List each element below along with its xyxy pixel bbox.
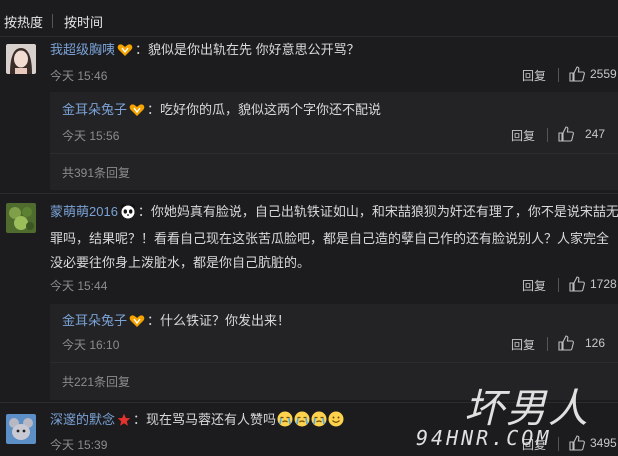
comment-time: 今天 15:39 <box>50 438 108 452</box>
action-divider <box>547 337 548 351</box>
avatar-image <box>6 44 36 74</box>
like-count: 126 <box>585 336 606 350</box>
reply-button[interactable]: 回复 <box>522 277 546 294</box>
reply-body: 金耳朵兔子 ：吃好你的瓜，貌似这两个字你还不配说 <box>62 98 381 125</box>
vip-badge-icon <box>129 101 145 125</box>
reply-body: 金耳朵兔子 ：什么铁证？你发出来！ <box>62 309 290 336</box>
reply-username[interactable]: 金耳朵兔子 <box>62 313 127 328</box>
panda-icon <box>120 203 136 227</box>
crying-emoji-icon <box>277 411 293 427</box>
thumbs-up-icon[interactable] <box>558 126 574 142</box>
reply-username[interactable]: 金耳朵兔子 <box>62 102 127 117</box>
divider <box>0 36 618 37</box>
comment-time: 今天 15:46 <box>50 69 108 83</box>
avatar[interactable] <box>6 414 36 444</box>
avatar[interactable] <box>6 44 36 74</box>
comment-text: ：貌似是你出轨在先 你好意思公开骂？ <box>135 42 360 57</box>
reply-text: ：吃好你的瓜，貌似这两个字你还不配说 <box>147 102 382 117</box>
action-divider <box>558 278 559 292</box>
view-more-replies-link[interactable]: 共221条回复 <box>62 373 130 390</box>
like-count: 247 <box>585 127 606 141</box>
sort-by-hot-tab[interactable]: 按热度 <box>4 12 43 31</box>
star-icon <box>117 411 131 435</box>
watermark: 坏男人 94HNR.COM <box>416 376 618 456</box>
crying-emoji-icon <box>294 411 310 427</box>
reply-button[interactable]: 回复 <box>511 336 535 353</box>
comment-time: 今天 15:44 <box>50 279 108 293</box>
thumbs-up-icon[interactable] <box>558 335 574 351</box>
avatar-image <box>6 414 36 444</box>
avatar[interactable] <box>6 203 36 233</box>
vip-badge-icon <box>117 41 133 65</box>
crying-emoji-icon <box>311 411 327 427</box>
reply-button[interactable]: 回复 <box>522 67 546 84</box>
comment-body: 蒙萌萌2016 ：你她妈真有脸说，自己出轨铁证如山，和宋喆狼狈为奸还有理了，你不是… <box>50 200 618 275</box>
reply-button[interactable]: 回复 <box>511 127 535 144</box>
comment-username[interactable]: 深邃的默念 <box>50 412 115 427</box>
sort-by-time-tab[interactable]: 按时间 <box>64 12 103 31</box>
like-count: 1728 <box>590 277 617 291</box>
divider <box>0 193 618 194</box>
reply-time: 今天 15:56 <box>62 129 120 143</box>
comment-body: 我超级胸咦 ：貌似是你出轨在先 你好意思公开骂？ <box>50 38 360 65</box>
thumbs-up-icon[interactable] <box>569 66 585 82</box>
action-divider <box>547 128 548 142</box>
like-count: 2559 <box>590 67 617 81</box>
divider <box>50 362 618 363</box>
smile-emoji-icon <box>328 411 344 427</box>
comment-username[interactable]: 蒙萌萌2016 <box>50 204 118 219</box>
thumbs-up-icon[interactable] <box>569 276 585 292</box>
comment-username[interactable]: 我超级胸咦 <box>50 42 115 57</box>
sort-divider <box>52 14 53 28</box>
avatar-image <box>6 203 36 233</box>
comment-body: 深邃的默念 ：现在骂马蓉还有人赞吗 <box>50 408 344 435</box>
watermark-url: 94HNR.COM <box>416 426 552 450</box>
divider <box>50 153 618 154</box>
vip-badge-icon <box>129 312 145 336</box>
comment-text: ：现在骂马蓉还有人赞吗 <box>133 412 277 427</box>
reply-text: ：什么铁证？你发出来！ <box>147 313 291 328</box>
sort-bar: 按热度 按时间 <box>0 0 618 36</box>
action-divider <box>558 68 559 82</box>
view-more-replies-link[interactable]: 共391条回复 <box>62 164 130 181</box>
reply-time: 今天 16:10 <box>62 338 120 352</box>
